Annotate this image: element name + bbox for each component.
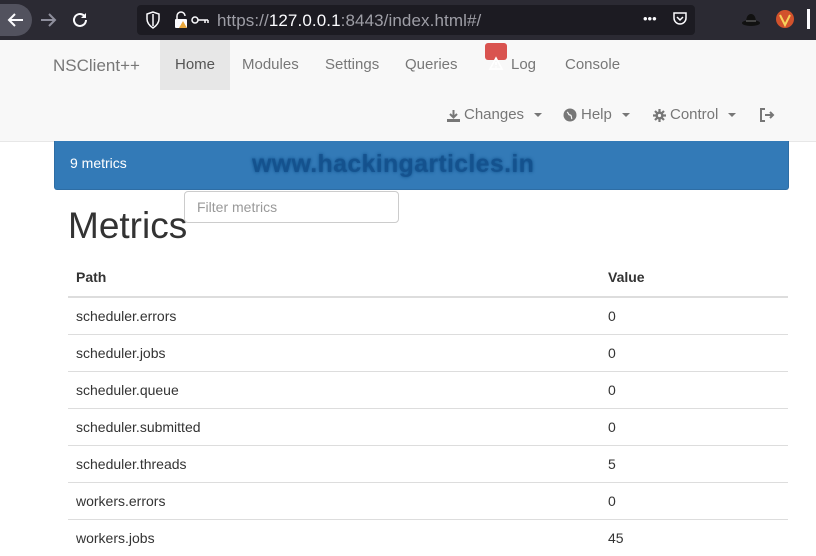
watermark: www.hackingarticles.in — [252, 150, 534, 179]
nav-item-changes[interactable]: Changes — [447, 100, 542, 130]
nav-item-help[interactable]: Help — [563, 100, 630, 130]
nav-label: Settings — [325, 56, 379, 73]
metric-value: 0 — [600, 483, 788, 520]
nav-item-control[interactable]: Control — [653, 100, 736, 130]
metric-path: scheduler.jobs — [68, 335, 600, 372]
table-row: scheduler.errors0 — [68, 297, 788, 335]
globe-icon — [563, 108, 577, 122]
caret-down-icon — [728, 113, 736, 117]
insecure-lock-icon[interactable] — [173, 11, 189, 29]
table-row: workers.jobs45 — [68, 520, 788, 556]
table-row: scheduler.submitted0 — [68, 409, 788, 446]
nav-item-home[interactable]: Home — [160, 40, 230, 90]
download-icon — [447, 109, 460, 122]
page-title: Metrics — [68, 205, 187, 247]
nav-label: Log — [511, 56, 536, 73]
metric-path: scheduler.queue — [68, 372, 600, 409]
foxyproxy-extension-icon[interactable] — [775, 9, 795, 29]
nav-label: Console — [565, 56, 620, 73]
metric-value: 5 — [600, 446, 788, 483]
arrow-right-icon — [39, 11, 57, 29]
nav-label: Control — [670, 100, 718, 130]
metric-path: workers.errors — [68, 483, 600, 520]
url-bar[interactable]: https://127.0.0.1:8443/index.html#/ ••• — [137, 5, 695, 35]
metric-value: 0 — [600, 335, 788, 372]
caret-down-icon — [534, 113, 542, 117]
nav-item-queries[interactable]: Queries — [390, 40, 473, 90]
caret-down-icon — [622, 113, 630, 117]
metric-path: scheduler.errors — [68, 297, 600, 335]
nav-item-console[interactable]: Console — [550, 40, 635, 90]
arrow-left-icon — [7, 11, 25, 29]
nav-label: Changes — [464, 100, 524, 130]
nav-item-settings[interactable]: Settings — [310, 40, 394, 90]
logout-button[interactable] — [759, 100, 775, 130]
shield-icon[interactable] — [145, 11, 161, 29]
url-text: https://127.0.0.1:8443/index.html#/ — [217, 11, 481, 31]
table-row: scheduler.threads5 — [68, 446, 788, 483]
nav-label: Queries — [405, 56, 458, 73]
nav-label: Home — [175, 56, 215, 73]
table-row: workers.errors0 — [68, 483, 788, 520]
filter-metrics-input[interactable] — [184, 191, 399, 223]
brand[interactable]: NSClient++ — [53, 56, 140, 76]
page-actions-menu-icon[interactable]: ••• — [643, 11, 657, 26]
table-row: scheduler.queue0 — [68, 372, 788, 409]
column-header-path[interactable]: Path — [68, 258, 600, 297]
cog-icon — [653, 109, 666, 122]
metrics-table: Path Value scheduler.errors0 scheduler.j… — [68, 258, 788, 556]
metric-path: scheduler.threads — [68, 446, 600, 483]
metric-value: 45 — [600, 520, 788, 556]
table-header-row: Path Value — [68, 258, 788, 297]
hat-extension-icon[interactable] — [741, 9, 761, 29]
pocket-icon[interactable] — [672, 11, 688, 27]
forward-button[interactable] — [32, 4, 64, 36]
overflow-menu-icon[interactable] — [806, 9, 812, 29]
metric-value: 0 — [600, 372, 788, 409]
key-icon[interactable] — [191, 14, 209, 26]
metric-value: 0 — [600, 409, 788, 446]
browser-toolbar: https://127.0.0.1:8443/index.html#/ ••• — [0, 0, 816, 40]
metric-path: workers.jobs — [68, 520, 600, 556]
metrics-count: 9 metrics — [70, 155, 127, 171]
reload-icon — [71, 11, 89, 29]
back-button[interactable] — [0, 4, 32, 36]
sign-out-icon — [759, 108, 775, 122]
nav-item-modules[interactable]: Modules — [227, 40, 314, 90]
nav-label: Help — [581, 100, 612, 130]
metric-path: scheduler.submitted — [68, 409, 600, 446]
nav-label: Modules — [242, 56, 299, 73]
reload-button[interactable] — [64, 4, 96, 36]
nav-item-log[interactable]: Log — [470, 40, 551, 90]
main-navbar: NSClient++ Home Modules Settings Queries… — [0, 40, 816, 142]
column-header-value[interactable]: Value — [600, 258, 788, 297]
warning-icon — [485, 43, 507, 60]
metric-value: 0 — [600, 297, 788, 335]
table-row: scheduler.jobs0 — [68, 335, 788, 372]
